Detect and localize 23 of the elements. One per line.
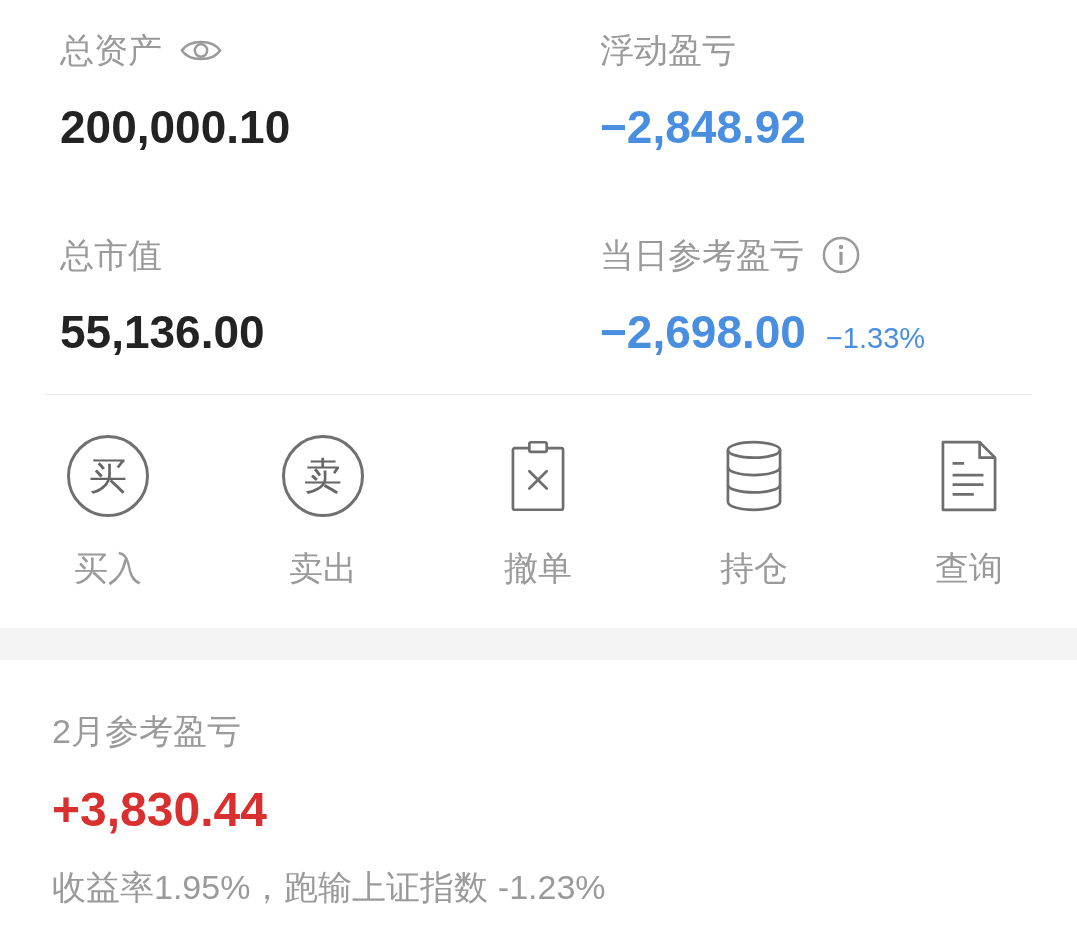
summary-value: 200,000.10 — [60, 100, 291, 155]
action-button[interactable]: 卖 卖出 — [274, 435, 373, 589]
action-button[interactable]: 持仓 — [711, 435, 796, 589]
summary-label: 总资产 — [60, 30, 162, 71]
summary-label: 总市值 — [60, 235, 162, 276]
return-summary: 收益率1.95%，跑输上证指数 -1.23% — [52, 867, 606, 908]
database-icon — [725, 440, 782, 512]
action-button[interactable]: 查询 — [927, 435, 1012, 589]
icon-glyph: 买 — [88, 454, 127, 498]
action-button[interactable]: 买 买入 — [58, 435, 157, 589]
month-profit-value: +3,830.44 — [52, 782, 267, 838]
summary-value: −2,698.00 — [600, 305, 806, 360]
summary-label: 浮动盈亏 — [600, 30, 736, 71]
change-percent: −1.33% — [825, 321, 926, 356]
summary-value: −2,848.92 — [600, 100, 806, 155]
summary-value: 55,136.00 — [60, 305, 265, 360]
month-title: 2月参考盈亏 — [52, 711, 241, 752]
icon-glyph: 卖 — [304, 454, 343, 498]
clipboard-x-icon — [511, 440, 566, 512]
summary-label: 当日参考盈亏 — [600, 235, 804, 276]
document-icon — [941, 440, 998, 512]
action-button[interactable]: 撤单 — [496, 435, 581, 589]
info-icon[interactable] — [822, 236, 860, 274]
